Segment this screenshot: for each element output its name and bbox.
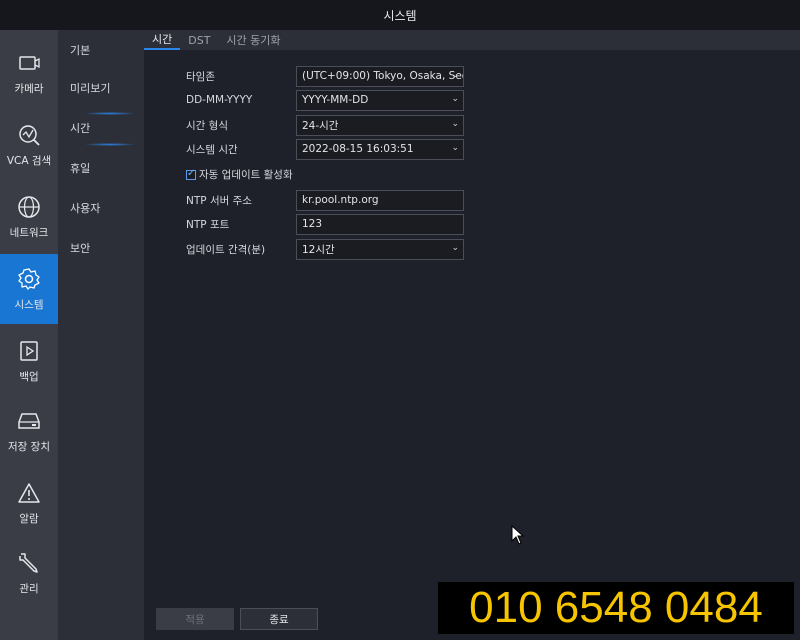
subnav-item-holiday[interactable]: 휴일 bbox=[58, 148, 144, 188]
nav-label: VCA 검색 bbox=[6, 155, 52, 167]
chevron-down-icon: ⌄ bbox=[451, 142, 459, 153]
nav-item-system[interactable]: 시스템 bbox=[0, 254, 58, 324]
globe-icon bbox=[16, 194, 42, 220]
subnav-item-preview[interactable]: 미리보기 bbox=[58, 68, 144, 108]
nav-label: 네트워크 bbox=[9, 227, 49, 239]
tab-time[interactable]: 시간 bbox=[144, 30, 181, 50]
system-time-row: 시스템 시간 2022-08-15 16:03:51 ⌄ bbox=[186, 138, 464, 160]
close-button[interactable]: 종료 bbox=[240, 608, 318, 630]
tab-dst[interactable]: DST bbox=[180, 30, 218, 50]
timezone-row: 타임존 (UTC+09:00) Tokyo, Osaka, Seoul ⌄ bbox=[186, 65, 464, 87]
system-time-label: 시스템 시간 bbox=[186, 143, 238, 156]
timezone-value: (UTC+09:00) Tokyo, Osaka, Seoul bbox=[302, 70, 464, 82]
auto-update-label: 자동 업데이트 활성화 bbox=[199, 169, 293, 181]
nav-label: 카메라 bbox=[14, 83, 44, 95]
gear-icon bbox=[16, 266, 42, 292]
nav-label: 시스템 bbox=[14, 299, 44, 311]
tab-time-sync[interactable]: 시간 동기화 bbox=[218, 30, 288, 50]
date-format-label: DD-MM-YYYY bbox=[186, 94, 253, 106]
chevron-down-icon: ⌄ bbox=[451, 118, 459, 129]
nav-item-management[interactable]: 관리 bbox=[0, 538, 58, 608]
date-format-select[interactable]: YYYY-MM-DD ⌄ bbox=[296, 89, 464, 111]
time-format-label: 시간 형식 bbox=[186, 119, 228, 132]
backup-icon bbox=[16, 338, 42, 364]
chevron-down-icon: ⌄ bbox=[451, 69, 459, 80]
time-format-row: 시간 형식 24-시간 ⌄ bbox=[186, 114, 464, 136]
subnav-item-security[interactable]: 보안 bbox=[58, 228, 144, 268]
nav-label: 백업 bbox=[19, 371, 39, 383]
nav-item-backup[interactable]: 백업 bbox=[0, 326, 58, 396]
subnav-item-basic[interactable]: 기본 bbox=[58, 30, 144, 70]
nav-label: 저장 장치 bbox=[8, 441, 50, 453]
nav-item-vca-search[interactable]: VCA 검색 bbox=[0, 110, 58, 180]
nav-item-camera[interactable]: 카메라 bbox=[0, 38, 58, 108]
timezone-select[interactable]: (UTC+09:00) Tokyo, Osaka, Seoul ⌄ bbox=[296, 65, 464, 87]
ntp-server-input[interactable]: kr.pool.ntp.org bbox=[296, 189, 464, 211]
ntp-port-row: NTP 포트 123 bbox=[186, 213, 464, 235]
window-title: 시스템 bbox=[0, 0, 800, 30]
chevron-down-icon: ⌄ bbox=[451, 242, 459, 253]
subnav-item-user[interactable]: 사용자 bbox=[58, 188, 144, 228]
nav-label: 알람 bbox=[19, 513, 39, 525]
update-interval-select[interactable]: 12시간 ⌄ bbox=[296, 238, 464, 260]
nav-item-alarm[interactable]: 알람 bbox=[0, 468, 58, 538]
time-format-value: 24-시간 bbox=[302, 119, 339, 132]
nav-label: 관리 bbox=[19, 583, 39, 595]
ntp-server-value: kr.pool.ntp.org bbox=[302, 194, 379, 206]
system-time-picker[interactable]: 2022-08-15 16:03:51 ⌄ bbox=[296, 138, 464, 160]
time-format-select[interactable]: 24-시간 ⌄ bbox=[296, 114, 464, 136]
apply-button[interactable]: 적용 bbox=[156, 608, 234, 630]
auto-update-row[interactable]: 자동 업데이트 활성화 bbox=[186, 167, 293, 182]
update-interval-row: 업데이트 간격(분) 12시간 ⌄ bbox=[186, 238, 464, 260]
ntp-server-label: NTP 서버 주소 bbox=[186, 194, 252, 207]
chevron-down-icon: ⌄ bbox=[451, 93, 459, 104]
storage-icon bbox=[16, 408, 42, 434]
ntp-port-value: 123 bbox=[302, 218, 323, 230]
main-nav: 카메라 VCA 검색 네트워크 시스템 백업 저장 장치 알람 관리 bbox=[0, 30, 58, 640]
nav-item-storage[interactable]: 저장 장치 bbox=[0, 396, 58, 466]
mouse-cursor-icon bbox=[511, 525, 525, 545]
ntp-server-row: NTP 서버 주소 kr.pool.ntp.org bbox=[186, 189, 464, 211]
update-interval-value: 12시간 bbox=[302, 243, 335, 256]
nav-item-network[interactable]: 네트워크 bbox=[0, 182, 58, 252]
wrench-icon bbox=[16, 550, 42, 576]
system-time-value: 2022-08-15 16:03:51 bbox=[302, 143, 414, 155]
subnav-item-time[interactable]: 시간 bbox=[58, 108, 144, 148]
tab-bar: 시간 DST 시간 동기화 bbox=[144, 30, 800, 50]
date-format-value: YYYY-MM-DD bbox=[302, 94, 369, 106]
phone-number-overlay: 010 6548 0484 bbox=[438, 582, 794, 634]
ntp-port-label: NTP 포트 bbox=[186, 218, 230, 231]
update-interval-label: 업데이트 간격(분) bbox=[186, 243, 266, 256]
time-settings-panel: 타임존 (UTC+09:00) Tokyo, Osaka, Seoul ⌄ DD… bbox=[144, 50, 798, 640]
vca-search-icon bbox=[16, 122, 42, 148]
alarm-icon bbox=[16, 480, 42, 506]
sub-nav: 기본 미리보기 시간 휴일 사용자 보안 bbox=[58, 30, 144, 640]
auto-update-checkbox[interactable] bbox=[186, 168, 196, 180]
timezone-label: 타임존 bbox=[186, 70, 215, 83]
camera-icon bbox=[16, 50, 42, 76]
date-format-row: DD-MM-YYYY YYYY-MM-DD ⌄ bbox=[186, 89, 464, 111]
ntp-port-input[interactable]: 123 bbox=[296, 213, 464, 235]
